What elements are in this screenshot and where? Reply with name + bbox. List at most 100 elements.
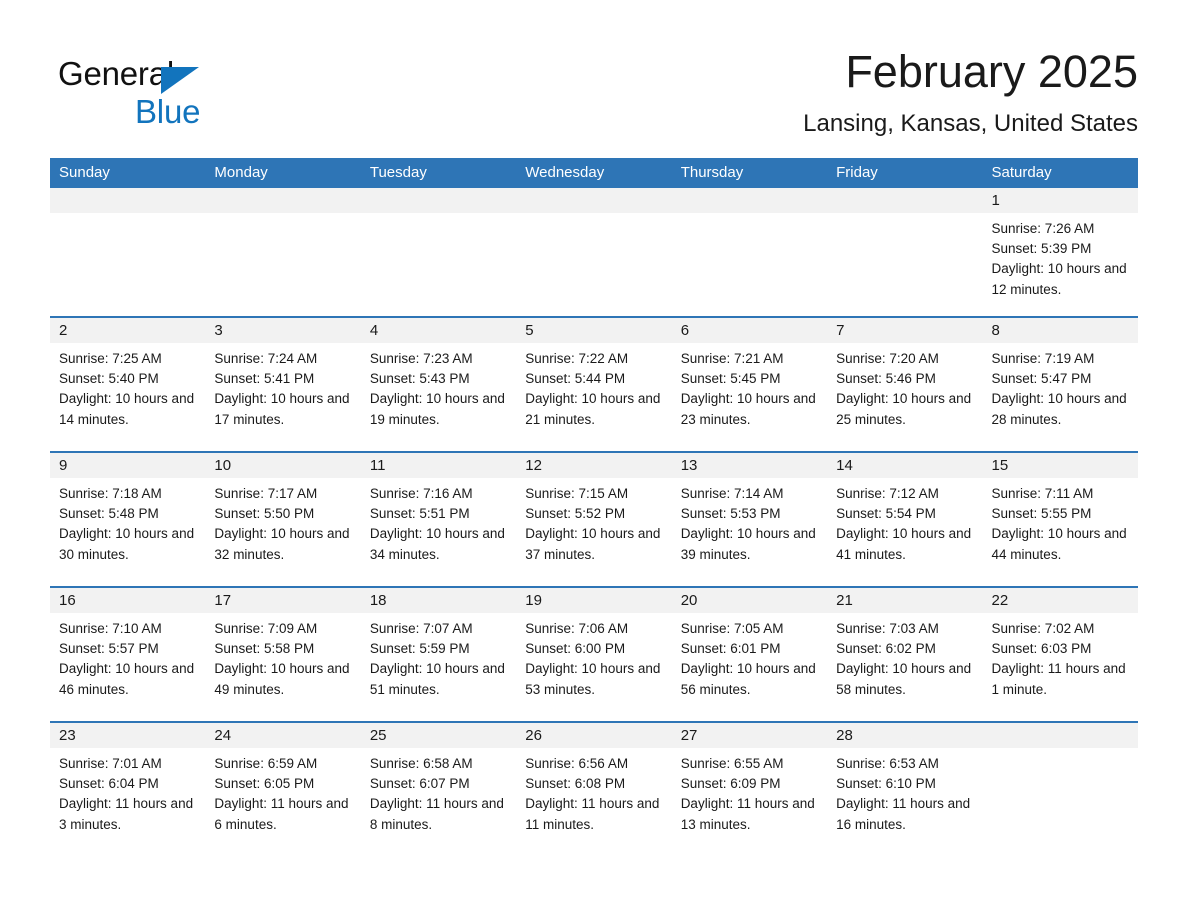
calendar-week-row: 1 Sunrise: 7:26 AM Sunset: 5:39 PM Daylight…: [50, 188, 1138, 317]
calendar-day-cell[interactable]: 24 Sunrise: 6:59 AM Sunset: 6:05 PM Dayligh…: [205, 721, 361, 857]
calendar-day-cell[interactable]: 1 Sunrise: 7:26 AM Sunset: 5:39 PM Daylight…: [982, 188, 1138, 317]
day-number: 7: [827, 318, 983, 343]
calendar-day-cell[interactable]: 2 Sunrise: 7:25 AM Sunset: 5:40 PM Daylight…: [50, 316, 206, 452]
calendar-day-cell[interactable]: 28 Sunrise: 6:53 AM Sunset: 6:10 PM Dayligh…: [827, 721, 983, 857]
weekday-header-saturday: Saturday: [982, 158, 1138, 188]
day-details: Sunrise: 7:10 AM Sunset: 5:57 PM Daylight:…: [50, 613, 205, 700]
day-number: 25: [360, 723, 517, 748]
day-cell-inner: 13 Sunrise: 7:14 AM Sunset: 5:53 PM Dayligh…: [671, 453, 828, 586]
daylight-text: Daylight: 10 hours and 58 minutes.: [836, 661, 972, 697]
calendar-day-cell-empty: [982, 721, 1138, 857]
daylight-text: Daylight: 10 hours and 51 minutes.: [369, 661, 505, 697]
calendar-day-cell[interactable]: 20 Sunrise: 7:05 AM Sunset: 6:01 PM Dayligh…: [671, 586, 828, 722]
calendar-day-cell[interactable]: 12 Sunrise: 7:15 AM Sunset: 5:52 PM Dayligh…: [516, 451, 672, 587]
day-number: 3: [205, 318, 361, 343]
day-details: Sunrise: 7:26 AM Sunset: 5:39 PM Daylight:…: [983, 213, 1138, 300]
day-cell-inner: 15 Sunrise: 7:11 AM Sunset: 5:55 PM Dayligh…: [982, 453, 1138, 586]
day-details: Sunrise: 7:23 AM Sunset: 5:43 PM Daylight:…: [361, 343, 516, 430]
daylight-text: Daylight: 10 hours and 37 minutes.: [525, 526, 661, 562]
day-number: 10: [205, 453, 361, 478]
daylight-text: Daylight: 10 hours and 46 minutes.: [59, 661, 195, 697]
day-cell-inner: 18 Sunrise: 7:07 AM Sunset: 5:59 PM Dayligh…: [360, 588, 517, 721]
calendar-day-cell[interactable]: 27 Sunrise: 6:55 AM Sunset: 6:09 PM Dayligh…: [671, 721, 828, 857]
sunrise-text: Sunrise: 6:59 AM: [214, 756, 318, 771]
daylight-text: Daylight: 10 hours and 56 minutes.: [680, 661, 816, 697]
day-cell-inner: [827, 188, 983, 316]
day-cell-inner: 25 Sunrise: 6:58 AM Sunset: 6:07 PM Dayligh…: [360, 723, 517, 857]
calendar-day-cell[interactable]: 15 Sunrise: 7:11 AM Sunset: 5:55 PM Dayligh…: [982, 451, 1138, 587]
sunrise-text: Sunrise: 7:21 AM: [680, 351, 784, 366]
day-number: 27: [671, 723, 828, 748]
calendar-day-cell[interactable]: 14 Sunrise: 7:12 AM Sunset: 5:54 PM Dayligh…: [827, 451, 983, 587]
calendar-day-cell[interactable]: 25 Sunrise: 6:58 AM Sunset: 6:07 PM Dayligh…: [360, 721, 517, 857]
day-details: Sunrise: 7:16 AM Sunset: 5:51 PM Daylight:…: [361, 478, 516, 565]
calendar-day-cell[interactable]: 23 Sunrise: 7:01 AM Sunset: 6:04 PM Dayligh…: [50, 721, 206, 857]
sunrise-text: Sunrise: 7:19 AM: [991, 351, 1095, 366]
day-number: 22: [982, 588, 1138, 613]
calendar-day-cell[interactable]: 16 Sunrise: 7:10 AM Sunset: 5:57 PM Dayligh…: [50, 586, 206, 722]
day-details: Sunrise: 7:21 AM Sunset: 5:45 PM Daylight:…: [672, 343, 827, 430]
sunset-text: Sunset: 5:51 PM: [369, 506, 470, 522]
day-number: 28: [827, 723, 983, 748]
calendar-day-cell[interactable]: 6 Sunrise: 7:21 AM Sunset: 5:45 PM Daylight…: [671, 316, 828, 452]
calendar-day-cell[interactable]: 4 Sunrise: 7:23 AM Sunset: 5:43 PM Daylight…: [360, 316, 517, 452]
day-number: [360, 188, 517, 213]
day-number: [671, 188, 828, 213]
sunrise-text: Sunrise: 6:58 AM: [369, 756, 473, 771]
sunset-text: Sunset: 5:43 PM: [369, 371, 470, 387]
day-number: 1: [982, 188, 1138, 213]
calendar-day-cell[interactable]: 7 Sunrise: 7:20 AM Sunset: 5:46 PM Daylight…: [827, 316, 983, 452]
calendar-day-cell[interactable]: 22 Sunrise: 7:02 AM Sunset: 6:03 PM Dayligh…: [982, 586, 1138, 722]
day-number: 14: [827, 453, 983, 478]
day-cell-inner: [982, 723, 1138, 857]
calendar-day-cell[interactable]: 8 Sunrise: 7:19 AM Sunset: 5:47 PM Daylight…: [982, 316, 1138, 452]
sunset-text: Sunset: 5:52 PM: [525, 506, 626, 522]
calendar-day-cell-empty: [671, 188, 828, 317]
sunset-text: Sunset: 6:05 PM: [214, 776, 315, 792]
sunrise-text: Sunrise: 7:05 AM: [680, 621, 784, 636]
calendar-day-cell[interactable]: 3 Sunrise: 7:24 AM Sunset: 5:41 PM Daylight…: [205, 316, 361, 452]
day-cell-inner: 12 Sunrise: 7:15 AM Sunset: 5:52 PM Dayligh…: [516, 453, 672, 586]
calendar-day-cell[interactable]: 17 Sunrise: 7:09 AM Sunset: 5:58 PM Dayligh…: [205, 586, 361, 722]
calendar-day-cell[interactable]: 9 Sunrise: 7:18 AM Sunset: 5:48 PM Daylight…: [50, 451, 206, 587]
day-number: 4: [360, 318, 517, 343]
weekday-header-tuesday: Tuesday: [360, 158, 517, 188]
sunrise-text: Sunrise: 7:10 AM: [59, 621, 162, 636]
daylight-text: Daylight: 10 hours and 32 minutes.: [214, 526, 350, 562]
day-number: 23: [50, 723, 206, 748]
day-details: Sunrise: 7:25 AM Sunset: 5:40 PM Daylight:…: [50, 343, 205, 430]
day-cell-inner: 14 Sunrise: 7:12 AM Sunset: 5:54 PM Dayligh…: [827, 453, 983, 586]
calendar-day-cell[interactable]: 19 Sunrise: 7:06 AM Sunset: 6:00 PM Dayligh…: [516, 586, 672, 722]
daylight-text: Daylight: 10 hours and 21 minutes.: [525, 391, 661, 427]
calendar-day-cell[interactable]: 18 Sunrise: 7:07 AM Sunset: 5:59 PM Dayligh…: [360, 586, 517, 722]
calendar-day-cell[interactable]: 10 Sunrise: 7:17 AM Sunset: 5:50 PM Dayligh…: [205, 451, 361, 587]
page-subtitle: Lansing, Kansas, United States: [803, 110, 1138, 137]
calendar-day-cell-empty: [50, 188, 206, 317]
day-cell-inner: 7 Sunrise: 7:20 AM Sunset: 5:46 PM Daylight…: [827, 318, 983, 451]
day-details: Sunrise: 7:09 AM Sunset: 5:58 PM Daylight:…: [205, 613, 360, 700]
daylight-text: Daylight: 10 hours and 34 minutes.: [369, 526, 505, 562]
daylight-text: Daylight: 10 hours and 19 minutes.: [369, 391, 505, 427]
calendar-day-cell[interactable]: 11 Sunrise: 7:16 AM Sunset: 5:51 PM Dayligh…: [360, 451, 517, 587]
daylight-text: Daylight: 10 hours and 41 minutes.: [836, 526, 972, 562]
sunset-text: Sunset: 6:08 PM: [525, 776, 626, 792]
day-details: Sunrise: 7:07 AM Sunset: 5:59 PM Daylight:…: [361, 613, 516, 700]
sunrise-text: Sunrise: 7:25 AM: [59, 351, 162, 366]
day-number: 18: [360, 588, 517, 613]
calendar-body: 1 Sunrise: 7:26 AM Sunset: 5:39 PM Daylight…: [50, 188, 1138, 857]
calendar-day-cell[interactable]: 5 Sunrise: 7:22 AM Sunset: 5:44 PM Daylight…: [516, 316, 672, 452]
calendar-day-cell[interactable]: 26 Sunrise: 6:56 AM Sunset: 6:08 PM Dayligh…: [516, 721, 672, 857]
sunset-text: Sunset: 6:03 PM: [991, 641, 1092, 657]
day-number: [982, 723, 1138, 748]
day-cell-inner: 5 Sunrise: 7:22 AM Sunset: 5:44 PM Daylight…: [516, 318, 672, 451]
calendar-header-row: Sunday Monday Tuesday Wednesday Thursday Frid…: [50, 158, 1138, 188]
daylight-text: Daylight: 11 hours and 8 minutes.: [369, 796, 504, 832]
day-cell-inner: [360, 188, 517, 316]
calendar-day-cell[interactable]: 13 Sunrise: 7:14 AM Sunset: 5:53 PM Dayligh…: [671, 451, 828, 587]
day-details: Sunrise: 7:12 AM Sunset: 5:54 PM Daylight:…: [827, 478, 982, 565]
day-number: 26: [516, 723, 672, 748]
generalblue-logo[interactable]: General Blue: [58, 54, 258, 140]
sunrise-text: Sunrise: 7:01 AM: [59, 756, 162, 771]
day-details: Sunrise: 7:20 AM Sunset: 5:46 PM Daylight:…: [827, 343, 982, 430]
calendar-day-cell[interactable]: 21 Sunrise: 7:03 AM Sunset: 6:02 PM Dayligh…: [827, 586, 983, 722]
